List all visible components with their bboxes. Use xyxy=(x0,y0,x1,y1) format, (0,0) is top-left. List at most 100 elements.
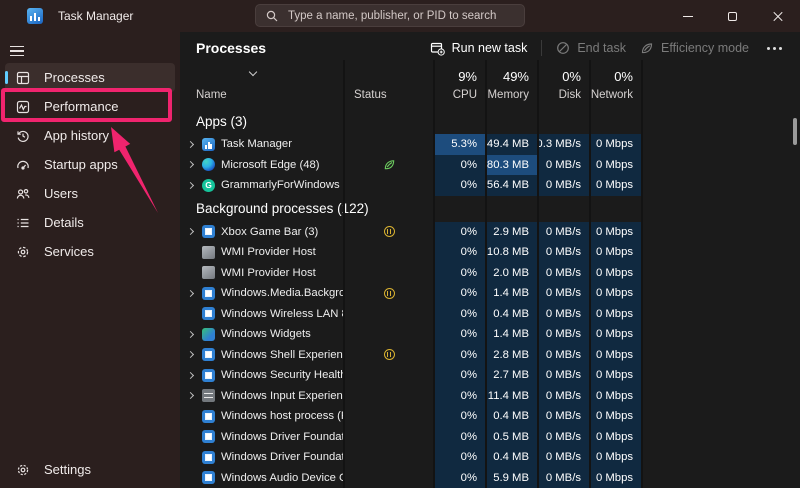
row-spacer xyxy=(641,447,800,468)
column-header-cpu[interactable]: 9% CPU xyxy=(433,60,485,108)
more-icon xyxy=(767,47,770,50)
column-header-disk[interactable]: 0% Disk xyxy=(537,60,589,108)
cell-cpu: 0% xyxy=(433,406,485,427)
cell-network: 0 Mbps xyxy=(589,242,641,263)
task-manager-app-icon xyxy=(27,8,43,24)
cell-disk: 0 MB/s xyxy=(537,345,589,366)
status-cell xyxy=(343,427,433,448)
expand-chevron-icon[interactable] xyxy=(187,228,194,235)
sidebar-item-startup-apps[interactable]: Startup apps xyxy=(5,150,175,179)
end-task-button[interactable]: End task xyxy=(556,41,626,55)
sidebar-item-details[interactable]: Details xyxy=(5,208,175,237)
sidebar-item-services[interactable]: Services xyxy=(5,237,175,266)
menu-toggle-button[interactable] xyxy=(10,42,34,60)
cell-disk: 0 MB/s xyxy=(537,175,589,196)
window-icon xyxy=(202,410,215,423)
table-row[interactable]: WMI Provider Host 0% 2.0 MB 0 MB/s 0 Mbp… xyxy=(180,263,800,284)
sidebar-item-performance[interactable]: Performance xyxy=(5,92,175,121)
column-header-status[interactable]: Status xyxy=(343,60,433,108)
process-name: Windows Security Health Servi... xyxy=(221,369,343,381)
cell-memory: 5.9 MB xyxy=(485,468,537,488)
sidebar-item-label: Performance xyxy=(44,99,118,114)
minimize-button[interactable] xyxy=(665,0,710,32)
startup-apps-icon xyxy=(15,157,31,173)
table-row[interactable]: Windows Security Health Servi... 0% 2.7 … xyxy=(180,365,800,386)
cell-memory: 2.9 MB xyxy=(485,222,537,243)
column-label: Disk xyxy=(559,89,581,101)
name-cell: Windows Security Health Servi... xyxy=(180,365,343,386)
efficiency-mode-leaf-icon xyxy=(640,41,654,55)
expand-chevron-icon[interactable] xyxy=(187,182,194,189)
cell-disk: 0 MB/s xyxy=(537,155,589,176)
cell-disk: 0 MB/s xyxy=(537,406,589,427)
table-row[interactable]: Windows Driver Foundation - ... 0% 0.4 M… xyxy=(180,447,800,468)
table-row[interactable]: Windows Driver Foundation - ... 0% 0.5 M… xyxy=(180,427,800,448)
row-spacer xyxy=(641,242,800,263)
table-row[interactable]: Windows Wireless LAN 802.1... 0% 0.4 MB … xyxy=(180,304,800,325)
efficiency-leaf-icon xyxy=(383,158,396,171)
table-row[interactable]: Windows Input Experience 0% 11.4 MB 0 MB… xyxy=(180,386,800,407)
table-row[interactable]: Xbox Game Bar (3) 0% 2.9 MB 0 MB/s 0 Mbp… xyxy=(180,222,800,243)
table-row[interactable]: GrammarlyForWindows (32 bi... 0% 156.4 M… xyxy=(180,175,800,196)
search-placeholder: Type a name, publisher, or PID to search xyxy=(288,10,496,22)
process-name: Windows host process (Rundll... xyxy=(221,410,343,422)
efficiency-mode-button[interactable]: Efficiency mode xyxy=(640,41,749,55)
cell-disk: 0 MB/s xyxy=(537,242,589,263)
maximize-button[interactable] xyxy=(710,0,755,32)
expand-chevron-icon[interactable] xyxy=(187,392,194,399)
row-spacer xyxy=(641,324,800,345)
expand-chevron-icon[interactable] xyxy=(187,290,194,297)
table-row[interactable]: Windows.Media.BackgroundPl... 0% 1.4 MB … xyxy=(180,283,800,304)
suspended-pause-icon xyxy=(384,349,395,360)
expand-chevron-icon[interactable] xyxy=(187,372,194,379)
expand-chevron-icon[interactable] xyxy=(187,351,194,358)
run-new-task-icon xyxy=(430,41,445,56)
expand-chevron-icon[interactable] xyxy=(187,141,194,148)
row-spacer xyxy=(641,283,800,304)
column-header-name[interactable]: Name xyxy=(180,60,343,108)
sidebar-item-settings[interactable]: Settings xyxy=(5,455,175,484)
section-header: Background processes (122) xyxy=(180,196,800,222)
process-name: Windows.Media.BackgroundPl... xyxy=(221,287,343,299)
sidebar-item-app-history[interactable]: App history xyxy=(5,121,175,150)
efficiency-mode-label: Efficiency mode xyxy=(661,41,749,55)
table-row[interactable]: Windows Shell Experience Hos... 0% 2.8 M… xyxy=(180,345,800,366)
sidebar-item-users[interactable]: Users xyxy=(5,179,175,208)
table-row[interactable]: WMI Provider Host 0% 10.8 MB 0 MB/s 0 Mb… xyxy=(180,242,800,263)
name-cell: Windows Driver Foundation - ... xyxy=(180,447,343,468)
cell-cpu: 0% xyxy=(433,222,485,243)
search-input[interactable]: Type a name, publisher, or PID to search xyxy=(255,4,525,27)
sidebar-item-processes[interactable]: Processes xyxy=(5,63,175,92)
column-header-network[interactable]: 0% Network xyxy=(589,60,641,108)
close-button[interactable] xyxy=(755,0,800,32)
cell-cpu: 0% xyxy=(433,427,485,448)
expand-chevron-icon[interactable] xyxy=(187,331,194,338)
cell-network: 0 Mbps xyxy=(589,155,641,176)
status-cell xyxy=(343,242,433,263)
name-cell: Windows Audio Device Graph... xyxy=(180,468,343,488)
cell-cpu: 0% xyxy=(433,345,485,366)
process-name: WMI Provider Host xyxy=(221,267,316,279)
table-row[interactable]: Windows Widgets 0% 1.4 MB 0 MB/s 0 Mbps xyxy=(180,324,800,345)
cell-disk: 0.3 MB/s xyxy=(537,134,589,155)
row-spacer xyxy=(641,427,800,448)
expand-chevron-icon[interactable] xyxy=(187,161,194,168)
table-row[interactable]: Windows Audio Device Graph... 0% 5.9 MB … xyxy=(180,468,800,488)
status-cell xyxy=(343,386,433,407)
cell-memory: 1.4 MB xyxy=(485,324,537,345)
run-new-task-button[interactable]: Run new task xyxy=(430,41,528,56)
more-options-button[interactable] xyxy=(763,47,786,50)
search-icon xyxy=(266,10,278,22)
table-row[interactable]: Task Manager 5.3% 49.4 MB 0.3 MB/s 0 Mbp… xyxy=(180,134,800,155)
process-name: Windows Driver Foundation - ... xyxy=(221,431,343,443)
cell-disk: 0 MB/s xyxy=(537,222,589,243)
table-row[interactable]: Microsoft Edge (48) 0% 1,380.3 MB 0 MB/s… xyxy=(180,155,800,176)
column-header-memory[interactable]: 49% Memory xyxy=(485,60,537,108)
titlebar: Task Manager Type a name, publisher, or … xyxy=(0,0,800,32)
table-row[interactable]: Windows host process (Rundll... 0% 0.4 M… xyxy=(180,406,800,427)
cell-disk: 0 MB/s xyxy=(537,283,589,304)
cell-memory: 2.8 MB xyxy=(485,345,537,366)
name-cell: Windows Widgets xyxy=(180,324,343,345)
vertical-scrollbar-thumb[interactable] xyxy=(793,118,797,145)
cell-network: 0 Mbps xyxy=(589,304,641,325)
